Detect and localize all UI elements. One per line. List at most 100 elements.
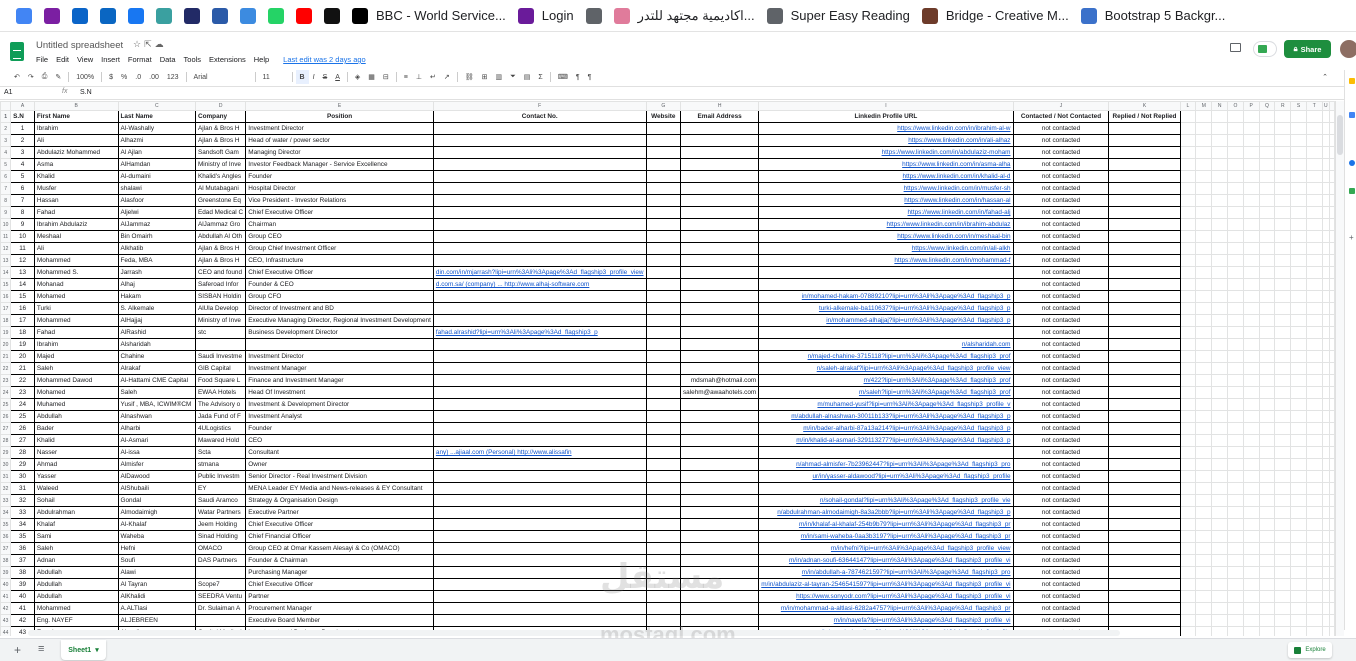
cell[interactable] [1179, 518, 1197, 531]
cell[interactable] [1195, 314, 1213, 327]
row-header[interactable]: 22 [0, 362, 12, 375]
cell[interactable] [1274, 206, 1292, 219]
cell[interactable] [1321, 506, 1331, 519]
column-header[interactable]: U [1321, 101, 1331, 111]
cell[interactable]: Ajlan & Bros H [194, 242, 247, 255]
cell[interactable] [1179, 110, 1197, 123]
cell[interactable] [1179, 410, 1197, 423]
cell[interactable]: Abdullah [33, 590, 119, 603]
cell[interactable] [432, 122, 647, 135]
cell[interactable] [1195, 434, 1213, 447]
move-icon[interactable]: ⇱ [144, 39, 155, 49]
cell[interactable] [1108, 242, 1181, 255]
cell[interactable]: 24 [10, 398, 35, 411]
cell[interactable]: not contacted [1012, 230, 1110, 243]
cell[interactable] [1305, 542, 1323, 555]
cell[interactable] [645, 494, 681, 507]
row-header[interactable]: 38 [0, 554, 12, 567]
cell[interactable]: Ibrahim Abdulaziz [33, 218, 119, 231]
cell[interactable] [1195, 578, 1213, 591]
cell[interactable] [1242, 206, 1260, 219]
cell[interactable]: Group Chief Investment Officer [245, 242, 434, 255]
cell[interactable] [1242, 434, 1260, 447]
cell[interactable]: not contacted [1012, 182, 1110, 195]
cell[interactable] [1211, 602, 1229, 615]
cell[interactable] [1227, 506, 1244, 519]
cell[interactable] [1195, 134, 1213, 147]
cell[interactable] [1305, 434, 1323, 447]
cell[interactable] [1305, 326, 1323, 339]
cell[interactable]: Contacted / Not Contacted [1012, 110, 1110, 123]
cell[interactable] [1195, 170, 1213, 183]
last-edit-link[interactable]: Last edit was 2 days ago [283, 55, 366, 64]
cell[interactable]: Procurement Manager [245, 602, 434, 615]
cell[interactable] [1179, 626, 1197, 636]
cell[interactable] [1108, 374, 1181, 387]
cell[interactable] [1211, 362, 1229, 375]
cell[interactable] [1242, 518, 1260, 531]
cell[interactable]: Saleh [33, 362, 119, 375]
cell[interactable] [1195, 182, 1213, 195]
cell[interactable]: Founder & CEO [245, 278, 434, 291]
cell[interactable]: m/in/abdulaziz-al-tayran-2546541597?lipi… [758, 578, 1014, 591]
cell[interactable]: not contacted [1012, 506, 1110, 519]
cell[interactable]: Meshaal [33, 230, 119, 243]
cell[interactable]: not contacted [1012, 422, 1110, 435]
bookmark-item[interactable] [262, 4, 290, 28]
cell[interactable] [1179, 170, 1197, 183]
row-header[interactable]: 29 [0, 446, 12, 459]
cell[interactable] [645, 542, 681, 555]
cell[interactable] [758, 482, 1014, 495]
cell[interactable] [1290, 434, 1307, 447]
comments-icon[interactable] [1230, 43, 1241, 52]
cell[interactable] [1305, 146, 1323, 159]
cell[interactable]: AlJammaz Gro [194, 218, 247, 231]
cell[interactable] [1290, 578, 1307, 591]
cell[interactable]: The Advisory o [194, 398, 247, 411]
cell[interactable] [1195, 626, 1213, 636]
row-header[interactable]: 13 [0, 254, 12, 267]
cell[interactable]: in/mohammed-alhajjaj?lipi=urn%3Ali%3Apag… [758, 314, 1014, 327]
cell[interactable] [1195, 350, 1213, 363]
cell[interactable]: Al-Khalaf [117, 518, 196, 531]
add-on-icon[interactable]: + [1349, 234, 1355, 242]
cell[interactable] [1305, 194, 1323, 207]
cell[interactable] [679, 338, 760, 351]
cell[interactable]: Business Development Director [245, 326, 434, 339]
cell[interactable]: Fahad [33, 206, 119, 219]
cell[interactable] [1211, 170, 1229, 183]
cell[interactable]: Al Mutabagani [194, 182, 247, 195]
cell[interactable]: Ministry of Inve [194, 158, 247, 171]
cell[interactable] [1305, 458, 1323, 471]
formula-input[interactable]: S.N [80, 89, 92, 96]
cell[interactable] [1211, 422, 1229, 435]
cell[interactable] [679, 254, 760, 267]
bookmark-item[interactable] [66, 4, 94, 28]
cell[interactable]: Mohammed [33, 254, 119, 267]
cell[interactable]: not contacted [1012, 194, 1110, 207]
cell[interactable] [1305, 374, 1323, 387]
cell[interactable] [1321, 446, 1331, 459]
cell[interactable]: Almodaimigh [117, 506, 196, 519]
column-header[interactable]: B [33, 101, 119, 111]
row-header[interactable]: 27 [0, 422, 12, 435]
cell[interactable] [1321, 350, 1331, 363]
cell[interactable] [1258, 302, 1276, 315]
cell[interactable] [679, 206, 760, 219]
cell[interactable] [1321, 542, 1331, 555]
cell[interactable] [1108, 122, 1181, 135]
cell[interactable] [1108, 482, 1181, 495]
cell[interactable]: Executive Managing Director, Regional In… [245, 314, 434, 327]
cell[interactable] [1258, 218, 1276, 231]
menu-view[interactable]: View [77, 55, 93, 64]
cell[interactable] [679, 602, 760, 615]
cell[interactable] [432, 338, 647, 351]
cell[interactable] [1227, 254, 1244, 267]
cell[interactable] [1108, 338, 1181, 351]
cell[interactable] [1227, 434, 1244, 447]
redo-icon[interactable]: ↷ [24, 70, 38, 84]
cell[interactable] [1274, 482, 1292, 495]
cell[interactable] [1179, 398, 1197, 411]
cell[interactable] [679, 542, 760, 555]
cell[interactable] [1179, 482, 1197, 495]
